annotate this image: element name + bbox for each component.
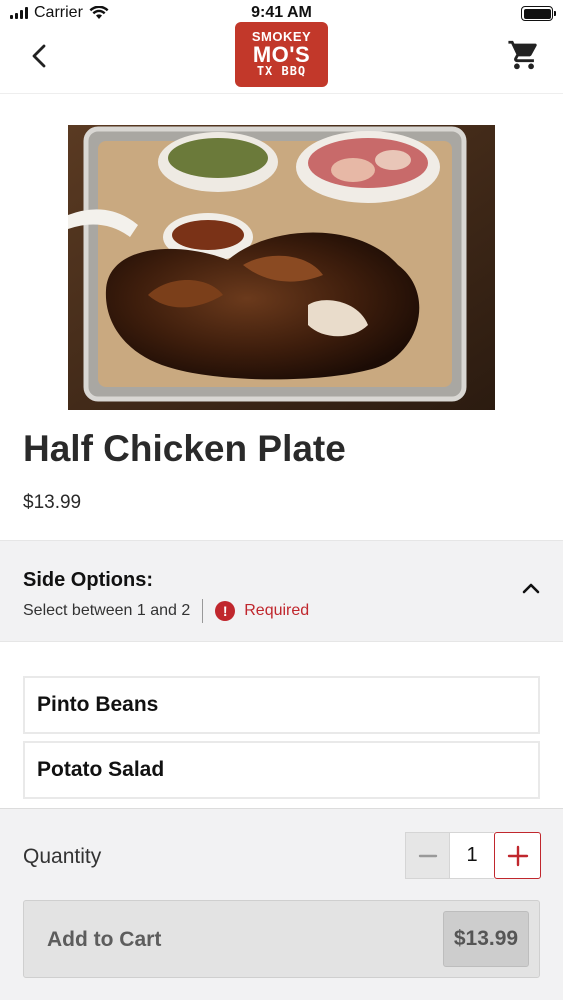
product-price: $13.99: [23, 492, 82, 513]
brand-logo: SMOKEY MO'S TX BBQ: [235, 22, 328, 87]
shopping-cart-icon[interactable]: [507, 38, 541, 72]
side-options-subtitle-row: Select between 1 and 2 ! Required: [23, 599, 309, 623]
product-title: Half Chicken Plate: [23, 428, 346, 469]
logo-line-3: TX BBQ: [256, 64, 307, 78]
side-options-title: Side Options:: [23, 569, 153, 591]
side-options-header[interactable]: Side Options: Select between 1 and 2 ! R…: [0, 540, 563, 642]
add-to-cart-price: $13.99: [443, 911, 529, 967]
product-image: [68, 125, 495, 410]
chevron-left-icon[interactable]: [22, 38, 58, 74]
nav-bar: SMOKEY MO'S TX BBQ: [0, 22, 563, 94]
decrease-quantity-button[interactable]: [405, 832, 450, 879]
side-option-potato-salad[interactable]: Potato Salad: [23, 741, 540, 799]
side-options-subtitle: Select between 1 and 2: [23, 602, 191, 619]
quantity-value[interactable]: 1: [450, 832, 494, 879]
minus-icon: [418, 854, 437, 857]
status-time: 9:41 AM: [251, 4, 312, 21]
alert-icon: !: [215, 601, 236, 621]
increase-quantity-button[interactable]: [494, 832, 541, 879]
side-option-label: Potato Salad: [37, 758, 165, 781]
bottom-panel: Quantity 1 Add to Cart $13.99: [0, 808, 563, 1000]
plus-icon: [507, 845, 528, 866]
side-option-label: Pinto Beans: [37, 693, 159, 716]
add-to-cart-button[interactable]: Add to Cart $13.99: [23, 900, 540, 978]
side-option-pinto-beans[interactable]: Pinto Beans: [23, 676, 540, 734]
food-photo: [68, 125, 495, 410]
quantity-stepper: 1: [405, 832, 541, 879]
battery-icon: [521, 6, 556, 21]
divider: [202, 599, 204, 623]
required-label: Required: [244, 602, 310, 619]
quantity-label: Quantity: [23, 845, 102, 868]
add-to-cart-label: Add to Cart: [47, 928, 162, 951]
logo-line-2: MO'S: [252, 42, 311, 67]
chevron-up-icon[interactable]: [521, 581, 541, 595]
